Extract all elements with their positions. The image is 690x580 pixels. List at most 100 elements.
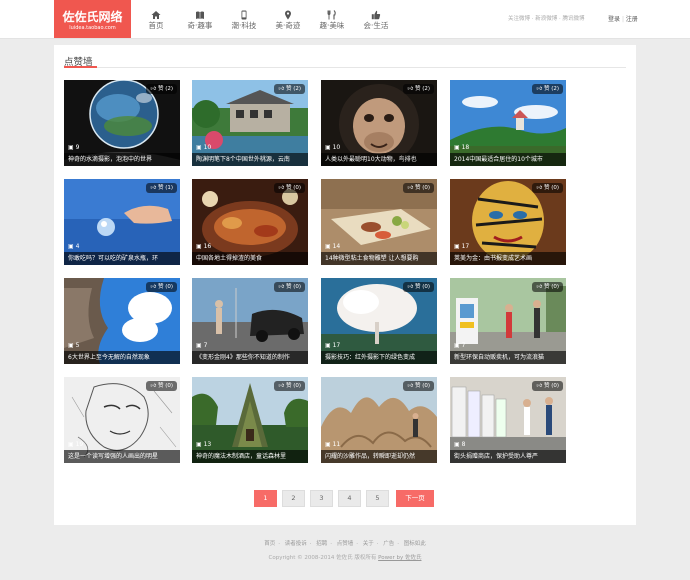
nav-label: 首页 xyxy=(148,21,164,30)
like-badge[interactable]: 👍︎ 赞 (0) xyxy=(403,282,434,292)
footer-link[interactable]: 广告 xyxy=(383,541,394,547)
page-button-3[interactable]: 3 xyxy=(310,490,333,507)
card-caption[interactable]: 你敢吃吗？可以吃的矿泉水瓶，环 xyxy=(64,252,180,265)
nav-item-wonders[interactable]: 美·奇迹 xyxy=(266,0,310,38)
card-caption[interactable]: 神奇的水滴摄影，泡泡中的世界 xyxy=(64,153,180,166)
footer-link[interactable]: 点赞墙 xyxy=(337,541,354,547)
photo-card[interactable]: 👍︎ 赞 (2) ▣ 10 人类以外最聪明10大动物，鸟排也 xyxy=(321,80,437,166)
like-badge[interactable]: 👍︎ 赞 (0) xyxy=(403,183,434,193)
card-caption[interactable]: 14种微型粘土食物雕塑 让人想要购 xyxy=(321,252,437,265)
nav-item-home[interactable]: 首页 xyxy=(134,0,178,38)
like-badge[interactable]: 👍︎ 赞 (0) xyxy=(532,381,563,391)
photo-card[interactable]: 👍︎ 赞 (0) ▣ 13 神奇的魔法木制酒店，童话森林里 xyxy=(192,377,308,463)
photo-card[interactable]: 👍︎ 赞 (2) ▣ 18 2014中国最适合居住的10个城市 xyxy=(450,80,566,166)
like-badge[interactable]: 👍︎ 赞 (0) xyxy=(403,381,434,391)
card-caption[interactable]: 神奇的魔法木制酒店，童话森林里 xyxy=(192,450,308,463)
nav-item-tech[interactable]: 潮·科技 xyxy=(222,0,266,38)
next-page-button[interactable]: 下一页 xyxy=(396,490,434,507)
page-button-5[interactable]: 5 xyxy=(366,490,389,507)
page-button-1[interactable]: 1 xyxy=(254,490,277,507)
like-badge[interactable]: 👍︎ 赞 (0) xyxy=(146,381,177,391)
like-badge[interactable]: 👍︎ 赞 (0) xyxy=(274,183,305,193)
photo-count: ▣ 16 xyxy=(196,243,211,251)
thumbs-up-icon: 👍︎ xyxy=(407,284,414,290)
image-icon: ▣ xyxy=(68,342,74,349)
card-caption[interactable]: 人类以外最聪明10大动物，鸟排也 xyxy=(321,153,437,166)
like-badge[interactable]: 👍︎ 赞 (0) xyxy=(146,282,177,292)
site-logo[interactable]: 佐佐氏网络 luidea.taobao.com xyxy=(54,0,131,38)
thumbs-up-icon: 👍︎ xyxy=(278,86,285,92)
photo-card[interactable]: 👍︎ 赞 (0) ▣ 14 14种微型粘土食物雕塑 让人想要购 xyxy=(321,179,437,265)
card-caption[interactable]: 2014中国最适合居住的10个城市 xyxy=(450,153,566,166)
card-caption[interactable]: 荚美为金：由书报变成艺术画 xyxy=(450,252,566,265)
photo-count-value: 18 xyxy=(461,144,470,151)
like-count: 赞 (0) xyxy=(157,383,173,389)
photo-card[interactable]: 👍︎ 赞 (1) ▣ 4 你敢吃吗？可以吃的矿泉水瓶，环 xyxy=(64,179,180,265)
photo-card[interactable]: 👍︎ 赞 (0) ▣ 5 6大世界上至今无解的自然现象 xyxy=(64,278,180,364)
footer-link[interactable]: 首页 xyxy=(264,541,275,547)
photo-card[interactable]: 👍︎ 赞 (2) ▣ 9 神奇的水滴摄影，泡泡中的世界 xyxy=(64,80,180,166)
like-badge[interactable]: 👍︎ 赞 (1) xyxy=(146,183,177,193)
thumbs-up-icon: 👍︎ xyxy=(278,284,285,290)
page-button-4[interactable]: 4 xyxy=(338,490,361,507)
social-links[interactable]: 关注微博 · 新浪微博 · 腾讯微博 xyxy=(508,14,585,22)
photo-card[interactable]: 👍︎ 赞 (0) ▣ 17 荚美为金：由书报变成艺术画 xyxy=(450,179,566,265)
register-link[interactable]: 注册 xyxy=(626,16,638,23)
photo-card[interactable]: 👍︎ 赞 (0) ▣ 7 《变形金刚4》那些你不知道的制作 xyxy=(192,278,308,364)
like-count: 赞 (0) xyxy=(414,185,430,191)
like-badge[interactable]: 👍︎ 赞 (0) xyxy=(532,282,563,292)
card-caption[interactable]: 摄影技巧：红外摄影下的绿色变成 xyxy=(321,351,437,364)
thumbs-up-icon: 👍︎ xyxy=(278,383,285,389)
card-caption[interactable]: 6大世界上至今无解的自然现象 xyxy=(64,351,180,364)
thumbs-up-icon: 👍︎ xyxy=(407,383,414,389)
like-count: 赞 (2) xyxy=(543,86,559,92)
card-caption[interactable]: 《变形金刚4》那些你不知道的制作 xyxy=(192,351,308,364)
card-caption[interactable]: 闪耀的沙雕作品，转瞬即逝却仍然 xyxy=(321,450,437,463)
thumbs-up-icon: 👍︎ xyxy=(536,284,543,290)
like-badge[interactable]: 👍︎ 赞 (0) xyxy=(532,183,563,193)
like-count: 赞 (2) xyxy=(157,86,173,92)
photo-count-value: 19 xyxy=(75,441,84,448)
photo-count: ▣ 5 xyxy=(68,342,79,350)
like-badge[interactable]: 👍︎ 赞 (2) xyxy=(403,84,434,94)
image-icon: ▣ xyxy=(196,441,202,448)
like-badge[interactable]: 👍︎ 赞 (2) xyxy=(146,84,177,94)
like-badge[interactable]: 👍︎ 赞 (2) xyxy=(532,84,563,94)
page-button-2[interactable]: 2 xyxy=(282,490,305,507)
card-caption[interactable]: 中国各地土得掉渣的美食 xyxy=(192,252,308,265)
card-caption[interactable]: 新型环保自动贩卖机，可为流浪猫 xyxy=(450,351,566,364)
photo-count-value: 4 xyxy=(75,243,80,250)
footer-link[interactable]: 招聘 xyxy=(316,541,327,547)
login-link[interactable]: 登录 xyxy=(608,16,620,23)
footer-link[interactable]: 关于 xyxy=(363,541,374,547)
logo-subtitle: luidea.taobao.com xyxy=(69,25,116,31)
like-badge[interactable]: 👍︎ 赞 (0) xyxy=(274,381,305,391)
nav-item-food[interactable]: 趣·美味 xyxy=(310,0,354,38)
nav-item-life[interactable]: 会·生活 xyxy=(354,0,398,38)
photo-count-value: 7 xyxy=(203,342,208,349)
image-icon: ▣ xyxy=(196,342,202,349)
photo-count: ▣ 19 xyxy=(68,441,83,449)
photo-card[interactable]: 👍︎ 赞 (0) ▣ 16 中国各地土得掉渣的美食 xyxy=(192,179,308,265)
image-icon: ▣ xyxy=(196,243,202,250)
photo-card[interactable]: 👍︎ 赞 (0) ▣ 11 闪耀的沙雕作品，转瞬即逝却仍然 xyxy=(321,377,437,463)
photo-card[interactable]: 👍︎ 赞 (2) ▣ 10 陶渊明笔下8个中国世外桃源，云南 xyxy=(192,80,308,166)
card-caption[interactable]: 陶渊明笔下8个中国世外桃源，云南 xyxy=(192,153,308,166)
like-count: 赞 (2) xyxy=(285,86,301,92)
photo-card[interactable]: 👍︎ 赞 (0) ▣ 17 摄影技巧：红外摄影下的绿色变成 xyxy=(321,278,437,364)
card-caption[interactable]: 街头捐赠商店，保护受助人尊严 xyxy=(450,450,566,463)
nav-item-stories[interactable]: 奇·趣事 xyxy=(178,0,222,38)
copyright: Copyright © 2008-2014 佐佐氏 版权所有 Power by … xyxy=(0,553,690,561)
like-badge[interactable]: 👍︎ 赞 (0) xyxy=(274,282,305,292)
thumbs-up-icon: 👍︎ xyxy=(278,185,285,191)
photo-count: ▣ 9 xyxy=(68,144,79,152)
photo-card[interactable]: 👍︎ 赞 (0) ▣ 8 街头捐赠商店，保护受助人尊严 xyxy=(450,377,566,463)
pagination: 1 2 3 4 5 下一页 xyxy=(254,490,439,507)
photo-card[interactable]: 👍︎ 赞 (0) ▣ 7 新型环保自动贩卖机，可为流浪猫 xyxy=(450,278,566,364)
footer-link[interactable]: 图标如此 xyxy=(404,541,426,547)
card-caption[interactable]: 这是一个读写增强的人画出的明星 xyxy=(64,450,180,463)
powered-by-link[interactable]: Power by 佐佐氏 xyxy=(378,555,421,561)
footer-link[interactable]: 读者投诉 xyxy=(285,541,307,547)
like-badge[interactable]: 👍︎ 赞 (2) xyxy=(274,84,305,94)
photo-card[interactable]: 👍︎ 赞 (0) ▣ 19 这是一个读写增强的人画出的明星 xyxy=(64,377,180,463)
